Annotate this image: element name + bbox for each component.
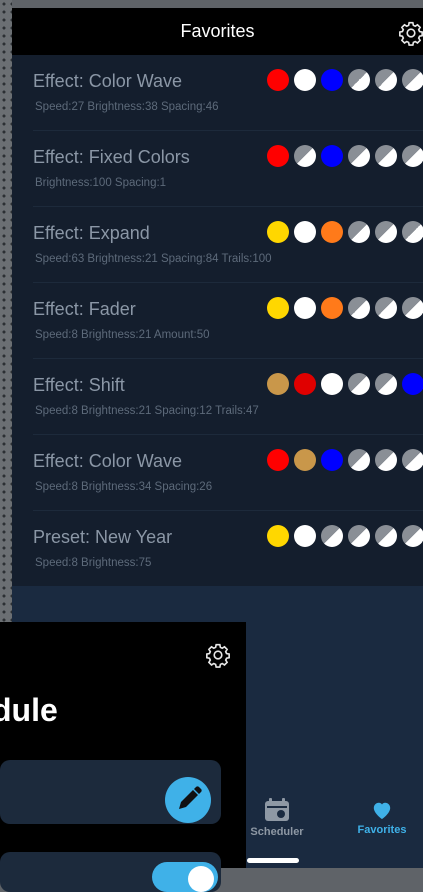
color-swatch (321, 221, 343, 243)
color-swatch (375, 297, 397, 319)
color-swatches (267, 373, 423, 397)
home-indicator (247, 858, 299, 863)
favorite-title: Effect: Shift (33, 375, 125, 395)
favorite-settings: Brightness:100 Spacing:1 (35, 177, 167, 189)
favorite-settings: Speed:8 Brightness:75 (35, 557, 152, 569)
pencil-icon (179, 786, 202, 809)
favorite-row[interactable]: Effect: Shift Speed:8 Brightness:21 Spaci… (12, 359, 423, 435)
favorite-settings: Speed:8 Brightness:21 Spacing:12 Trails:… (35, 405, 259, 417)
color-swatch (375, 221, 397, 243)
favorite-title: Effect: Color Wave (33, 451, 183, 471)
color-swatch (321, 525, 343, 547)
favorite-row[interactable]: Effect: Fader Speed:8 Brightness:21 Amoun… (12, 283, 423, 359)
favorite-settings: Speed:8 Brightness:21 Amount:50 (35, 329, 210, 341)
overlay-settings-gear-icon[interactable] (205, 642, 231, 668)
favorite-title: Preset: New Year (33, 527, 173, 547)
schedule-toggle[interactable] (152, 862, 218, 892)
color-swatch (267, 69, 289, 91)
color-swatch (402, 449, 423, 471)
color-swatches (267, 145, 423, 169)
tab-favorites-label: Favorites (357, 824, 407, 836)
scheduler-icon (265, 798, 289, 821)
color-swatch (348, 69, 370, 91)
color-swatch (375, 449, 397, 471)
color-swatches (267, 69, 423, 93)
favorite-title: Effect: Color Wave (33, 71, 183, 91)
favorite-settings: Speed:27 Brightness:38 Spacing:46 (35, 101, 219, 113)
color-swatch (348, 145, 370, 167)
scheduler-preview-overlay: dule (0, 622, 246, 892)
color-swatch (321, 297, 343, 319)
color-swatch (402, 525, 423, 547)
favorite-title: Effect: Fader (33, 299, 136, 319)
color-swatch (294, 221, 316, 243)
page-title: Favorites (180, 21, 255, 41)
favorite-row[interactable]: Effect: Fixed Colors Brightness:100 Spaci… (12, 131, 423, 207)
color-swatch (267, 449, 289, 471)
favorite-row[interactable]: Preset: New Year Speed:8 Brightness:75 (12, 511, 423, 587)
toggle-knob (188, 866, 214, 892)
color-swatch (348, 525, 370, 547)
color-swatch (294, 69, 316, 91)
color-swatch (267, 297, 289, 319)
color-swatches (267, 297, 423, 321)
color-swatch (267, 221, 289, 243)
color-swatch (267, 525, 289, 547)
color-swatch (321, 373, 343, 395)
favorite-row[interactable]: Effect: Color Wave Speed:8 Brightness:34 … (12, 435, 423, 511)
tab-favorites[interactable]: Favorites (347, 800, 417, 836)
scheduler-title: dule (0, 692, 58, 728)
color-swatch (375, 525, 397, 547)
color-swatch (348, 297, 370, 319)
color-swatch (402, 297, 423, 319)
color-swatch (375, 69, 397, 91)
color-swatch (267, 373, 289, 395)
color-swatches (267, 221, 423, 245)
color-swatch (375, 145, 397, 167)
favorite-title: Effect: Fixed Colors (33, 147, 190, 167)
color-swatches (267, 525, 423, 549)
favorite-settings: Speed:8 Brightness:34 Spacing:26 (35, 481, 213, 493)
favorite-settings: Speed:63 Brightness:21 Spacing:84 Trails… (35, 253, 272, 265)
favorite-row[interactable]: Effect: Expand Speed:63 Brightness:21 Spa… (12, 207, 423, 283)
favorites-list: Effect: Color Wave Speed:27 Brightness:38… (12, 55, 423, 587)
color-swatch (294, 297, 316, 319)
favorite-title: Effect: Expand (33, 223, 150, 243)
favorite-row[interactable]: Effect: Color Wave Speed:27 Brightness:38… (12, 55, 423, 131)
color-swatches (267, 449, 423, 473)
color-swatch (321, 69, 343, 91)
color-swatch (402, 69, 423, 91)
color-swatch (402, 221, 423, 243)
color-swatch (402, 373, 423, 395)
color-swatch (294, 449, 316, 471)
heart-icon (373, 802, 391, 820)
color-swatch (294, 145, 316, 167)
color-swatch (348, 449, 370, 471)
color-swatch (348, 373, 370, 395)
color-swatch (267, 145, 289, 167)
tab-scheduler-label: Scheduler (250, 826, 304, 838)
edit-button[interactable] (165, 777, 211, 823)
color-swatch (375, 373, 397, 395)
color-swatch (294, 373, 316, 395)
color-swatch (402, 145, 423, 167)
color-swatch (294, 525, 316, 547)
color-swatch (321, 145, 343, 167)
settings-gear-icon[interactable] (398, 20, 423, 46)
color-swatch (348, 221, 370, 243)
color-swatch (321, 449, 343, 471)
header-bar: Favorites (12, 8, 423, 55)
tab-scheduler[interactable]: Scheduler (242, 798, 312, 838)
